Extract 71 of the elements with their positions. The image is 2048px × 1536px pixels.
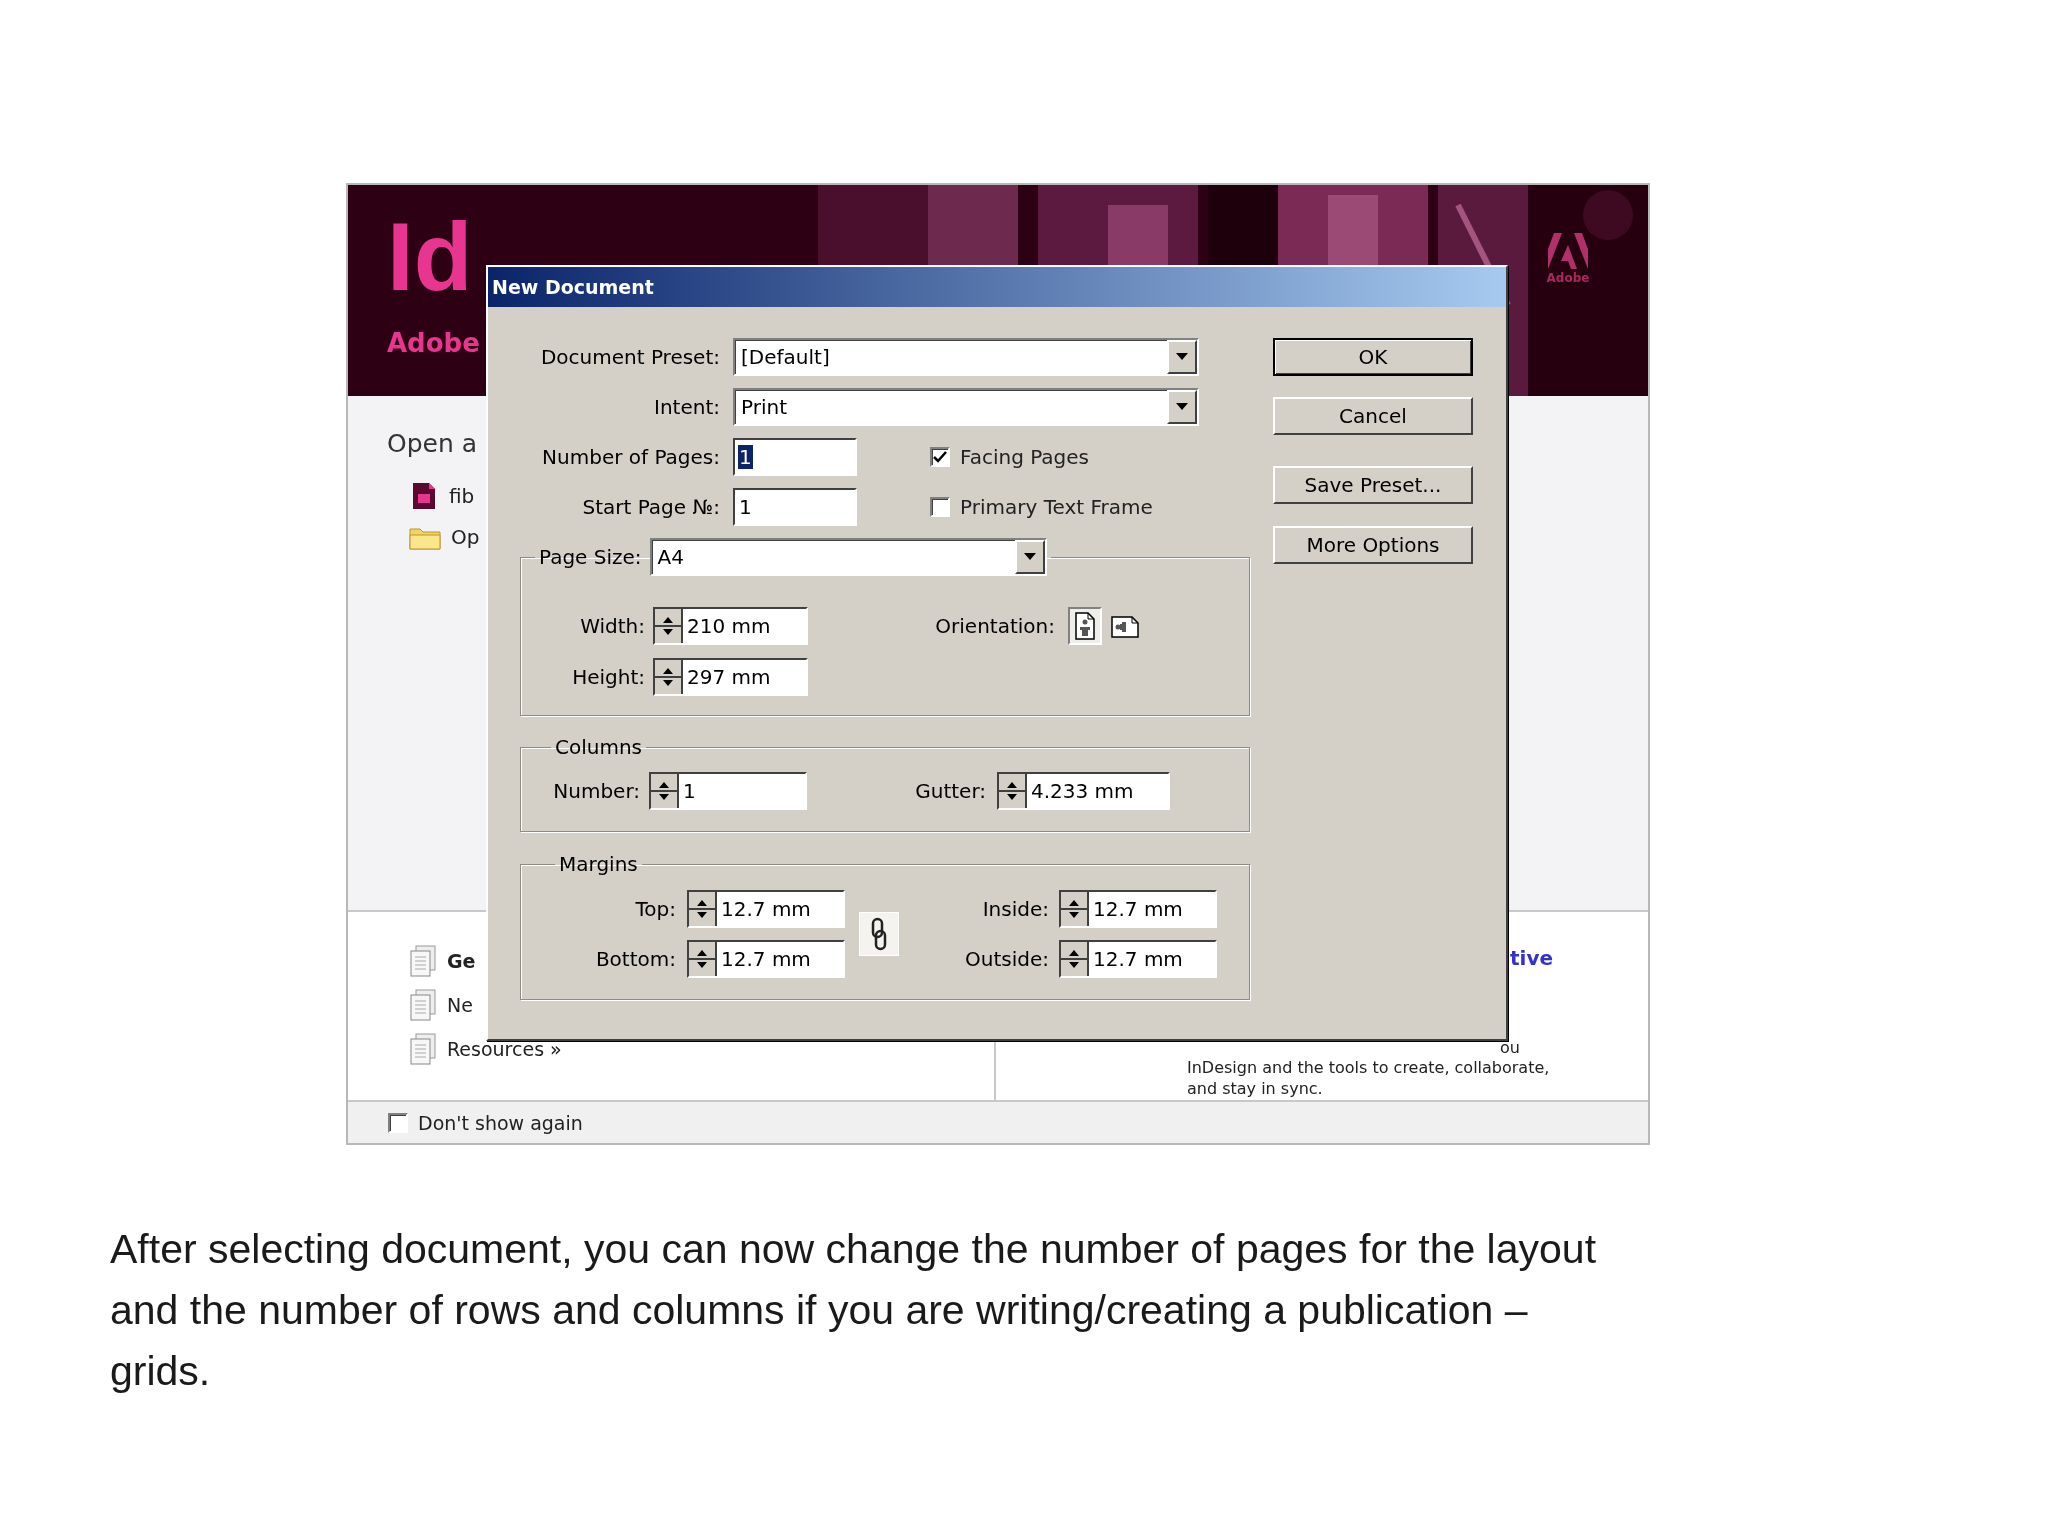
field-label: Intent: bbox=[653, 395, 720, 419]
text-field[interactable]: 1 bbox=[733, 488, 857, 526]
text-field[interactable]: 1 bbox=[733, 438, 857, 476]
field-label: Outside: bbox=[964, 947, 1049, 971]
dropdown[interactable]: Print bbox=[733, 388, 1199, 426]
field-label: Start Page №: bbox=[581, 495, 720, 519]
link[interactable]: Resources » bbox=[447, 1038, 562, 1060]
field-label: Gutter: bbox=[914, 779, 986, 803]
stepper-icon[interactable] bbox=[689, 892, 717, 926]
stepper-icon[interactable] bbox=[689, 942, 717, 976]
caption-text: After selecting document, you can now change the number of pages for the layout and the number of rows and columns if you are writing/creating a publication – grids. bbox=[110, 1225, 1598, 1396]
link[interactable]: Ge bbox=[447, 950, 476, 972]
field-label: Bottom: bbox=[594, 947, 676, 971]
spin-field[interactable]: 4.233 mm bbox=[997, 772, 1170, 810]
caret-icon bbox=[1167, 340, 1197, 374]
field-label: Height: bbox=[571, 665, 645, 689]
stepper-icon[interactable] bbox=[651, 774, 679, 808]
logo-icon bbox=[1546, 231, 1590, 271]
logo-caption: Adobe bbox=[1546, 271, 1590, 285]
spin-field[interactable]: 12.7 mm bbox=[1059, 890, 1217, 928]
dialog-button[interactable]: Cancel bbox=[1273, 397, 1473, 435]
brand-name: Adobe bbox=[387, 328, 480, 358]
stepper-icon[interactable] bbox=[655, 660, 683, 694]
app-logo: Id bbox=[387, 209, 473, 305]
checkbox[interactable] bbox=[930, 447, 950, 467]
stepper-icon[interactable] bbox=[1061, 892, 1089, 926]
stepper-icon[interactable] bbox=[999, 774, 1027, 808]
spin-field[interactable]: 12.7 mm bbox=[687, 890, 845, 928]
stepper-icon[interactable] bbox=[1061, 942, 1089, 976]
spin-field[interactable]: 1 bbox=[649, 772, 807, 810]
field-label: Width: bbox=[579, 614, 645, 638]
checkbox[interactable] bbox=[388, 1112, 408, 1133]
promo-text: and stay in sync. bbox=[1187, 1078, 1324, 1099]
checkbox-label: Facing Pages bbox=[960, 445, 1090, 469]
link[interactable]: Ne bbox=[447, 994, 473, 1016]
portrait-page-icon[interactable] bbox=[1068, 607, 1102, 645]
field-label: Document Preset: bbox=[539, 345, 720, 369]
recent-item-link[interactable]: Op bbox=[451, 525, 480, 549]
field-label: Orientation: bbox=[934, 614, 1055, 638]
spin-field[interactable]: 297 mm bbox=[653, 658, 808, 696]
dialog-button[interactable]: Save Preset... bbox=[1273, 466, 1473, 504]
page-stack-icon bbox=[409, 945, 437, 977]
group-title: Columns bbox=[555, 735, 642, 759]
dropdown[interactable]: [Default] bbox=[733, 338, 1199, 376]
field-label: Inside: bbox=[981, 897, 1049, 921]
spin-field[interactable]: 12.7 mm bbox=[687, 940, 845, 978]
checkbox[interactable] bbox=[930, 497, 950, 517]
field-label: Number: bbox=[552, 779, 640, 803]
section-heading: Open a bbox=[387, 429, 478, 459]
window-title: New Document bbox=[492, 276, 654, 298]
caret-icon bbox=[1167, 390, 1197, 424]
dialog-button[interactable]: More Options bbox=[1273, 526, 1473, 564]
dropdown[interactable]: A4 bbox=[649, 538, 1047, 576]
checkbox-label: Primary Text Frame bbox=[960, 495, 1153, 519]
checkbox-label: Don't show again bbox=[418, 1111, 583, 1134]
promo-text: InDesign and the tools to create, collaborate, bbox=[1187, 1057, 1551, 1078]
promo-text: ou bbox=[1500, 1039, 1521, 1057]
stepper-icon[interactable] bbox=[655, 609, 683, 643]
caret-icon bbox=[1014, 540, 1045, 574]
chain-link-icon[interactable] bbox=[859, 912, 899, 956]
page-stack-icon bbox=[409, 1033, 437, 1065]
page-stack-icon bbox=[409, 989, 437, 1021]
field-label: Number of Pages: bbox=[541, 445, 720, 469]
group-title: Margins bbox=[559, 852, 638, 876]
dialog-button[interactable]: OK bbox=[1273, 338, 1473, 376]
spin-field[interactable]: 12.7 mm bbox=[1059, 940, 1217, 978]
spin-field[interactable]: 210 mm bbox=[653, 607, 808, 645]
recent-item-link[interactable]: fib bbox=[449, 484, 475, 508]
promo-heading[interactable]: tive bbox=[1510, 946, 1554, 970]
field-label: Page Size: bbox=[539, 545, 642, 569]
field-label: Top: bbox=[634, 897, 676, 921]
